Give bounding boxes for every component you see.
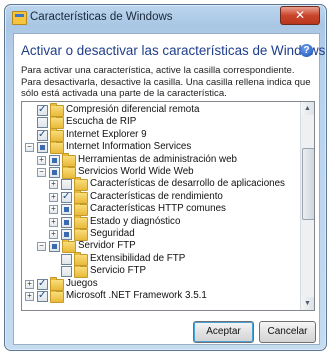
scroll-down-icon[interactable]: ▼: [301, 297, 314, 310]
folder-icon: [74, 227, 88, 241]
expand-icon[interactable]: +: [25, 292, 34, 301]
feature-checkbox[interactable]: [49, 241, 60, 253]
features-dialog: Características de Windows ✕ Activar o d…: [4, 4, 327, 351]
vertical-scrollbar[interactable]: ▲ ▼: [300, 102, 314, 310]
tree-item[interactable]: − Internet Information Services: [22, 140, 298, 155]
feature-checkbox[interactable]: [61, 229, 72, 240]
expand-icon[interactable]: +: [25, 279, 34, 289]
folder-icon: [50, 127, 64, 142]
expand-icon[interactable]: +: [49, 192, 58, 202]
feature-checkbox[interactable]: [49, 167, 60, 178]
expand-icon[interactable]: +: [49, 180, 58, 190]
folder-icon: [62, 239, 76, 254]
accept-button[interactable]: Aceptar: [193, 321, 254, 343]
feature-checkbox[interactable]: [37, 290, 48, 302]
tree-item[interactable]: Extensibilidad de FTP: [22, 251, 298, 266]
folder-icon: [74, 189, 88, 204]
expand-icon[interactable]: +: [37, 155, 46, 165]
feature-checkbox[interactable]: [61, 266, 72, 278]
tree-item-label: Microsoft .NET Framework 3.5.1: [66, 290, 207, 301]
feature-checkbox[interactable]: [61, 216, 72, 228]
close-button[interactable]: ✕: [280, 6, 320, 25]
folder-icon: [62, 165, 76, 179]
tree-item[interactable]: Servicio FTP: [22, 264, 298, 279]
tree-item[interactable]: + Herramientas de administración web: [22, 152, 298, 167]
tree-item-label: Juegos: [66, 277, 98, 289]
folder-icon: [50, 140, 64, 155]
tree-item[interactable]: + Características de rendimiento: [22, 189, 298, 204]
feature-checkbox[interactable]: [37, 129, 48, 141]
collapse-icon[interactable]: −: [37, 168, 46, 177]
feature-checkbox[interactable]: [37, 278, 48, 290]
feature-checkbox[interactable]: [61, 191, 72, 203]
tree-item-label: Extensibilidad de FTP: [90, 252, 186, 264]
tree-item[interactable]: Escucha de RIP: [22, 115, 298, 130]
tree-item[interactable]: − Servidor FTP: [22, 239, 298, 254]
collapse-icon[interactable]: −: [37, 242, 46, 252]
tree-item[interactable]: + Estado y diagnóstico: [22, 214, 298, 229]
dialog-heading: Activar o desactivar las características…: [21, 43, 326, 58]
dialog-description: Para activar una característica, active …: [21, 65, 311, 99]
tree-item[interactable]: + Características HTTP comunes: [22, 202, 298, 217]
scrollbar-thumb[interactable]: [302, 148, 314, 220]
tree-item-label: Escucha de RIP: [66, 116, 137, 128]
tree-item-label: Internet Information Services: [66, 141, 192, 153]
feature-checkbox[interactable]: [61, 253, 72, 265]
help-icon[interactable]: ?: [300, 44, 313, 57]
tree-item[interactable]: + Características de desarrollo de aplica…: [22, 177, 298, 192]
tree-item[interactable]: Compresión diferencial remota: [22, 103, 298, 117]
dialog-content: Activar o desactivar las características…: [13, 33, 325, 345]
tree-item[interactable]: + Microsoft .NET Framework 3.5.1: [22, 289, 298, 303]
tree-item-label: Servicio FTP: [90, 265, 147, 277]
feature-checkbox[interactable]: [37, 142, 48, 154]
folder-icon: [74, 177, 88, 192]
feature-checkbox[interactable]: [37, 117, 48, 129]
expand-icon[interactable]: +: [49, 230, 58, 239]
folder-icon: [74, 264, 88, 279]
tree-item-label: Estado y diagnóstico: [90, 215, 181, 227]
tree-item-label: Seguridad: [90, 228, 135, 239]
tree-item-label: Características HTTP comunes: [90, 203, 226, 215]
folder-icon: [74, 214, 88, 229]
title-bar[interactable]: Características de Windows ✕: [5, 5, 326, 31]
folder-icon: [50, 115, 64, 130]
folder-icon: [50, 103, 64, 117]
feature-checkbox[interactable]: [49, 154, 60, 166]
features-tree[interactable]: +Microsoft .NET Framework 3.5.1+JuegosSe…: [21, 101, 315, 311]
collapse-icon[interactable]: −: [25, 143, 34, 153]
folder-icon: [74, 202, 88, 217]
folder-icon: [74, 251, 88, 266]
scroll-up-icon[interactable]: ▲: [301, 102, 314, 115]
folder-icon: [50, 289, 64, 303]
tree-item-label: Compresión diferencial remota: [66, 104, 200, 115]
window-title: Características de Windows: [30, 11, 173, 23]
tree-item[interactable]: + Juegos: [22, 276, 298, 291]
tree-item[interactable]: Internet Explorer 9: [22, 127, 298, 142]
tree-item[interactable]: + Seguridad: [22, 227, 298, 241]
tree-item-label: Servicios World Wide Web: [78, 166, 194, 177]
expand-icon[interactable]: +: [49, 205, 58, 215]
feature-checkbox[interactable]: [61, 179, 72, 191]
feature-checkbox[interactable]: [37, 104, 48, 116]
tree-item-label: Herramientas de administración web: [78, 153, 237, 165]
tree-item-label: Características de desarrollo de aplicac…: [90, 178, 285, 190]
expand-icon[interactable]: +: [49, 217, 58, 227]
tree-item-label: Servidor FTP: [78, 240, 136, 252]
windows-features-icon: [12, 11, 27, 25]
folder-icon: [62, 152, 76, 167]
tree-item-label: Internet Explorer 9: [66, 128, 147, 140]
tree-item[interactable]: − Servicios World Wide Web: [22, 165, 298, 179]
cancel-button[interactable]: Cancelar: [259, 321, 316, 343]
tree-item-label: Características de rendimiento: [90, 190, 223, 202]
feature-checkbox[interactable]: [61, 204, 72, 216]
folder-icon: [50, 276, 64, 291]
